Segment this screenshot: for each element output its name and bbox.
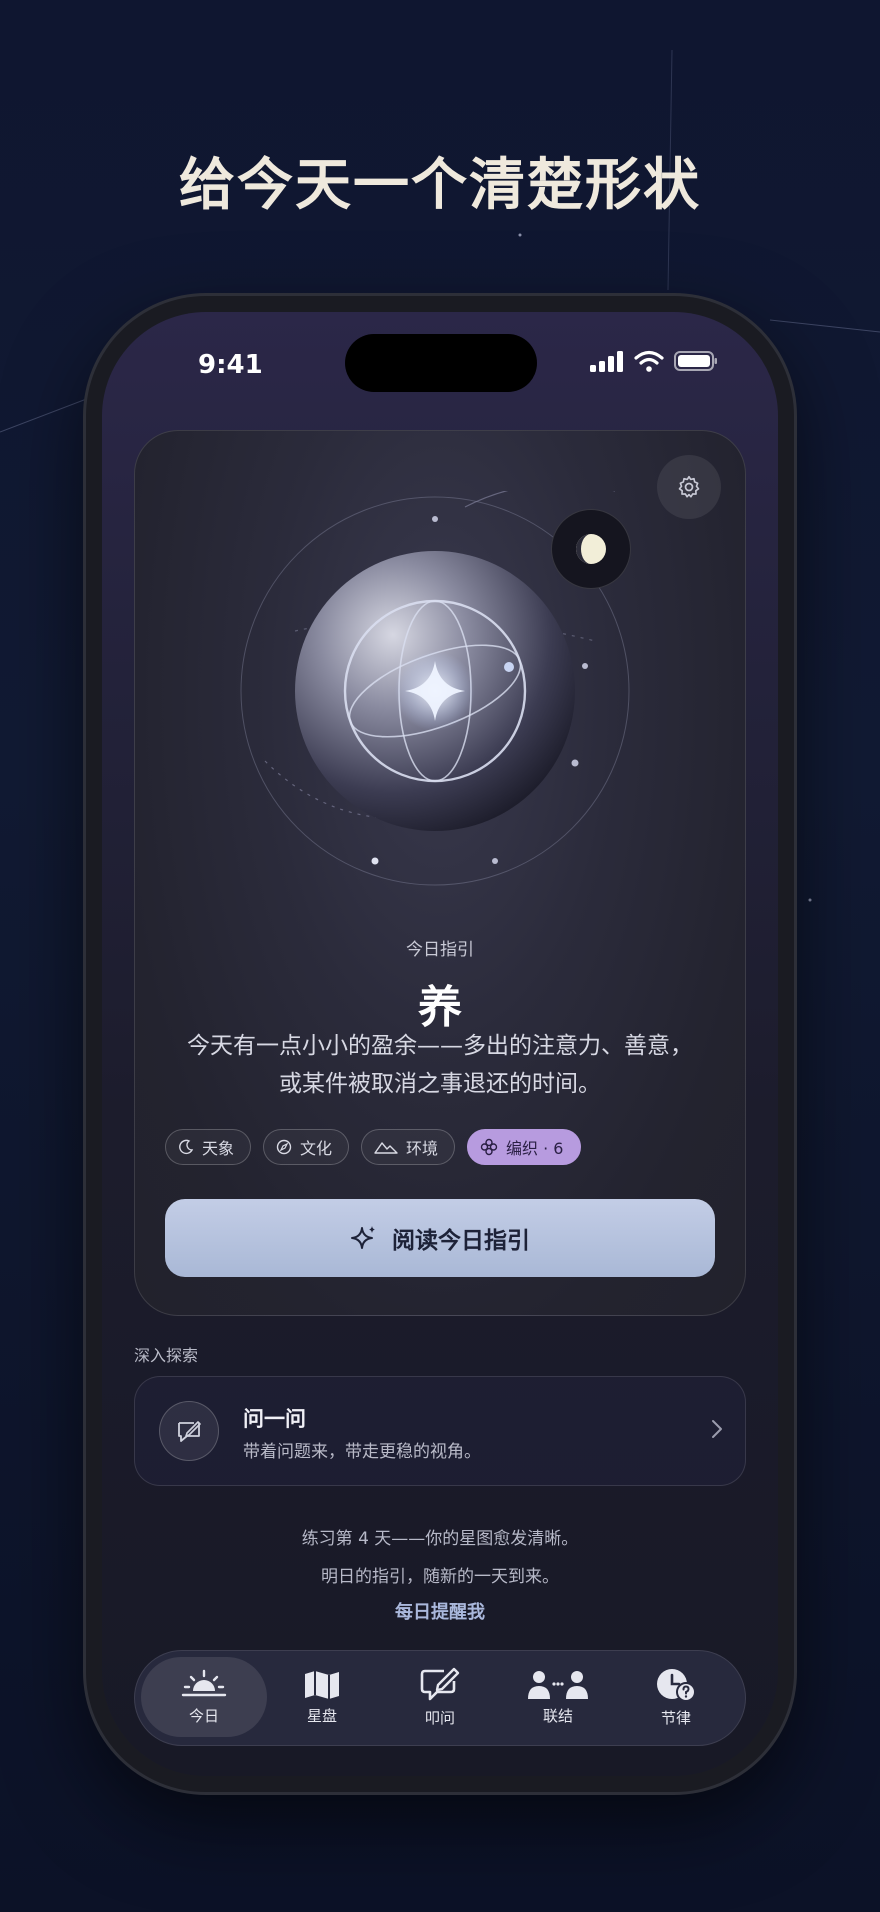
guide-label: 今日指引 xyxy=(406,940,474,960)
phone-frame: 9:41 今日指引 养 今天有一点小小的盈余——多出的注意力、善意， 或某件被取… xyxy=(86,296,794,1792)
gear-icon xyxy=(678,475,700,498)
read-guide-label: 阅读今日指引 xyxy=(392,1228,530,1254)
battery-icon xyxy=(674,351,717,371)
tab-bar: 今日 星盘 叩问 联结 节律 xyxy=(134,1650,746,1746)
flower-icon xyxy=(480,1138,498,1156)
tag-row: 天象 文化 环境 编织 · 6 xyxy=(165,1129,581,1165)
daily-guide-card: 今日指引 养 今天有一点小小的盈余——多出的注意力、善意， 或某件被取消之事退还… xyxy=(134,430,746,1316)
tab-chart[interactable]: 星盘 xyxy=(259,1657,385,1737)
tab-today[interactable]: 今日 xyxy=(141,1657,267,1737)
tag-label: 编织 · 6 xyxy=(506,1139,564,1158)
tag-weave[interactable]: 编织 · 6 xyxy=(467,1129,581,1165)
tag-label: 环境 xyxy=(406,1139,439,1158)
people-icon xyxy=(528,1670,588,1699)
dynamic-island xyxy=(345,334,537,392)
ask-subtitle: 带着问题来，带走更稳的视角。 xyxy=(243,1442,481,1462)
guide-description-line: 今天有一点小小的盈余——多出的注意力、善意， xyxy=(187,1033,693,1059)
tab-ask[interactable]: 叩问 xyxy=(377,1657,503,1737)
status-icons xyxy=(590,350,718,372)
read-guide-button[interactable]: 阅读今日指引 xyxy=(165,1199,715,1277)
guide-title: 养 xyxy=(418,982,462,1033)
tag-culture[interactable]: 文化 xyxy=(263,1129,350,1165)
clock-question-icon xyxy=(657,1668,696,1702)
streak-text: 练习第 4 天——你的星图愈发清晰。 xyxy=(301,1529,579,1549)
ask-icon xyxy=(159,1401,219,1461)
tag-environment[interactable]: 环境 xyxy=(361,1129,456,1165)
guide-description: 今天有一点小小的盈余——多出的注意力、善意， 或某件被取消之事退还的时间。 xyxy=(165,1027,715,1103)
chevron-right-icon xyxy=(712,1420,722,1438)
daily-reminder-link[interactable]: 每日提醒我 xyxy=(102,1598,778,1624)
sunrise-icon xyxy=(181,1669,227,1696)
signal-icon xyxy=(590,351,623,372)
settings-button[interactable] xyxy=(657,455,721,519)
tab-label: 联结 xyxy=(542,1706,573,1725)
ask-title: 问一问 xyxy=(243,1407,306,1431)
app-screen: 9:41 今日指引 养 今天有一点小小的盈余——多出的注意力、善意， 或某件被取… xyxy=(102,312,778,1776)
moon-crescent-icon xyxy=(179,1139,194,1155)
tab-label: 今日 xyxy=(188,1706,219,1725)
tab-rhythm[interactable]: 节律 xyxy=(613,1657,739,1737)
mountains-icon xyxy=(374,1142,398,1154)
map-icon xyxy=(305,1670,339,1699)
compass-icon xyxy=(276,1139,292,1155)
tab-label: 星盘 xyxy=(306,1706,337,1725)
section-label-explore: 深入探索 xyxy=(134,1346,199,1365)
tab-label: 叩问 xyxy=(424,1708,455,1727)
tag-label: 天象 xyxy=(202,1139,235,1158)
next-guide-text: 明日的指引，随新的一天到来。 xyxy=(321,1567,559,1587)
tab-label: 节律 xyxy=(660,1708,691,1727)
message-pen-icon xyxy=(178,1421,201,1442)
tag-astronomy[interactable]: 天象 xyxy=(165,1129,252,1165)
sparkle-icon xyxy=(351,1226,375,1249)
tab-connect[interactable]: 联结 xyxy=(495,1657,621,1737)
message-pen-icon xyxy=(420,1667,460,1700)
moon-phase-icon xyxy=(576,534,606,564)
tag-label: 文化 xyxy=(300,1139,333,1158)
moon-phase-button[interactable] xyxy=(551,509,631,589)
guide-description-line: 或某件被取消之事退还的时间。 xyxy=(279,1071,601,1097)
status-time: 9:41 xyxy=(198,350,263,380)
wifi-icon xyxy=(634,350,664,372)
headline: 给今天一个清楚形状 xyxy=(179,152,701,218)
ask-card[interactable]: 问一问 带着问题来，带走更稳的视角。 xyxy=(134,1376,746,1486)
